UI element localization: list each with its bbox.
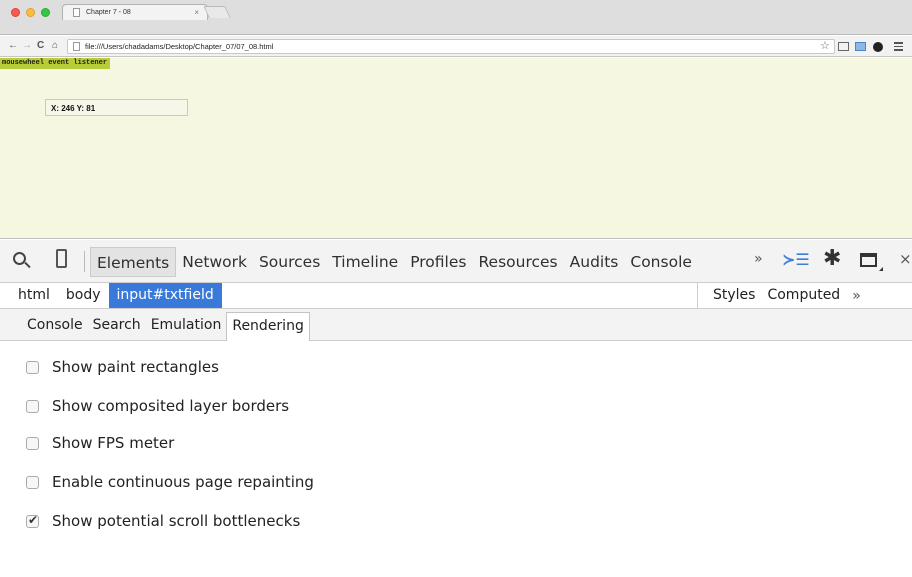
breadcrumb-spacer — [246, 283, 698, 308]
listener-label: mousewheel event listener — [0, 58, 111, 69]
devtools-toolbar: Elements Network Sources Timeline Profiles Re… — [0, 240, 912, 283]
device-mode-icon[interactable] — [56, 249, 67, 268]
forward-button[interactable]: → — [22, 40, 32, 52]
page-viewport: mousewheel event listener X: 246 Y: 81 — [0, 58, 912, 239]
panel-tabs: Elements Network Sources Timeline Profiles Re… — [90, 240, 698, 283]
rendering-option-show-fps-meter[interactable]: Show FPS meter — [26, 433, 174, 453]
breadcrumb-input-txtfield[interactable]: input#txtfield — [108, 283, 222, 308]
tab-styles[interactable]: Styles — [707, 283, 761, 308]
sidebar-more-icon[interactable]: » — [846, 288, 861, 304]
option-label: Show paint rectangles — [52, 358, 219, 376]
bookmark-star-icon[interactable]: ☆ — [820, 40, 830, 52]
tab-close-icon[interactable]: × — [194, 8, 199, 17]
coordinates-field[interactable]: X: 246 Y: 81 — [45, 99, 188, 116]
extension-icon[interactable] — [855, 42, 866, 51]
rendering-option-show-paint-rectangles[interactable]: Show paint rectangles — [26, 357, 219, 377]
console-drawer-icon[interactable]: ≻☰ — [782, 250, 810, 269]
option-label: Show FPS meter — [52, 434, 175, 452]
dock-side-icon[interactable] — [860, 253, 883, 271]
drawer-tab-bar: Console Search Emulation Rendering — [0, 309, 912, 341]
option-label: Show potential scroll bottlenecks — [52, 512, 301, 530]
drawer-tab-rendering[interactable]: Rendering — [226, 312, 310, 341]
drawer-tab-console[interactable]: Console — [22, 312, 88, 338]
breadcrumb-html[interactable]: html — [10, 283, 58, 308]
browser-tab-strip: Chapter 7 - 08 × — [0, 0, 912, 35]
drawer-tabs: Console Search Emulation Rendering — [22, 309, 310, 341]
tab-title: Chapter 7 - 08 — [86, 9, 131, 16]
page-icon — [73, 8, 80, 17]
devtools-close-icon[interactable]: × — [899, 250, 912, 268]
rendering-option-enable-continuous-page-repainting[interactable]: Enable continuous page repainting — [26, 472, 314, 492]
home-button[interactable]: ⌂ — [52, 40, 58, 52]
tab-audits[interactable]: Audits — [564, 247, 625, 277]
breadcrumb-body[interactable]: body — [58, 283, 109, 308]
tab-console[interactable]: Console — [624, 247, 698, 277]
reload-button[interactable]: C — [37, 40, 44, 52]
option-label: Show composited layer borders — [52, 397, 290, 415]
breadcrumb-bar: html body input#txtfield Styles Computed » — [0, 283, 912, 309]
checkbox[interactable] — [26, 475, 39, 489]
sidebar-tabs: Styles Computed » — [707, 283, 861, 308]
drawer-tab-emulation[interactable]: Emulation — [146, 312, 227, 338]
tab-resources[interactable]: Resources — [472, 247, 563, 277]
checkbox[interactable] — [26, 360, 39, 374]
tab-sources[interactable]: Sources — [253, 247, 326, 277]
rendering-panel: Show paint rectangles Show composited lay… — [0, 341, 912, 577]
checkbox[interactable] — [26, 513, 39, 528]
url-text: file:///Users/chadadams/Desktop/Chapter_… — [85, 42, 274, 51]
checkbox[interactable] — [26, 399, 39, 413]
window-minimize-button[interactable] — [26, 8, 35, 17]
tab-computed[interactable]: Computed — [761, 283, 846, 308]
rendering-option-show-potential-scroll-bottlenecks[interactable]: Show potential scroll bottlenecks — [26, 511, 300, 531]
tab-timeline[interactable]: Timeline — [326, 247, 404, 277]
browser-tab[interactable]: Chapter 7 - 08 × — [62, 4, 208, 20]
window-maximize-button[interactable] — [41, 8, 50, 17]
browser-toolbar: ← → C ⌂ file:///Users/chadadams/Desktop/… — [0, 36, 912, 57]
menu-icon[interactable] — [894, 42, 903, 53]
drawer-tab-search[interactable]: Search — [88, 312, 146, 338]
back-button[interactable]: ← — [8, 40, 18, 52]
option-label: Enable continuous page repainting — [52, 473, 314, 491]
address-bar[interactable]: file:///Users/chadadams/Desktop/Chapter_… — [67, 39, 835, 54]
checkbox[interactable] — [26, 436, 39, 450]
page-icon — [73, 42, 80, 51]
new-tab-button[interactable] — [203, 6, 231, 18]
cast-icon[interactable] — [838, 42, 849, 51]
more-panels-icon[interactable]: » — [754, 251, 763, 267]
tab-elements[interactable]: Elements — [90, 246, 177, 277]
inspect-search-icon[interactable] — [13, 252, 26, 265]
tab-network[interactable]: Network — [176, 247, 253, 277]
settings-gear-icon[interactable]: ✱ — [823, 247, 841, 271]
rendering-option-show-composited-layer-borders[interactable]: Show composited layer borders — [26, 396, 289, 416]
breadcrumb: html body input#txtfield — [10, 283, 222, 308]
toolbar-divider — [84, 251, 85, 272]
extension-dark-icon[interactable] — [873, 42, 883, 52]
tab-profiles[interactable]: Profiles — [404, 247, 472, 277]
window-close-button[interactable] — [11, 8, 20, 17]
